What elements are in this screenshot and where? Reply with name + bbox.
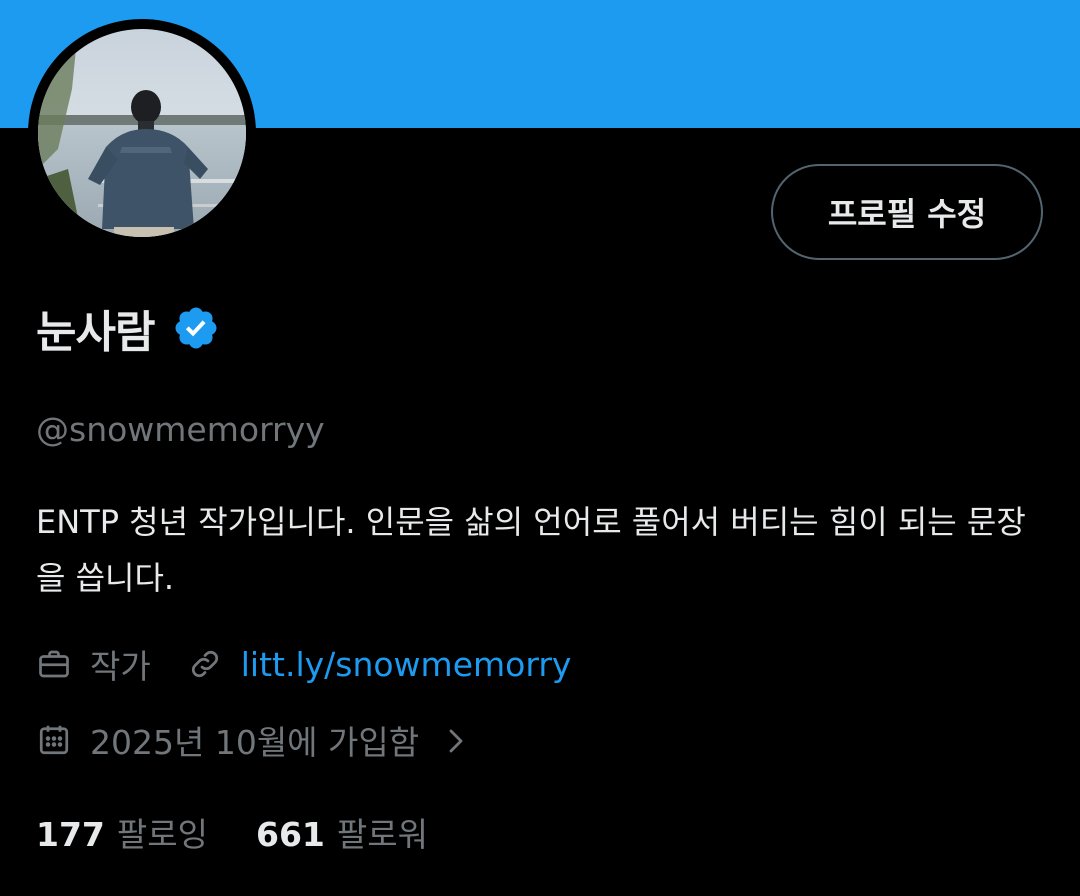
followers-count: 661	[255, 815, 325, 854]
edit-profile-button[interactable]: 프로필 수정	[771, 164, 1043, 260]
following-label: 팔로잉	[116, 815, 208, 854]
joined-date: 2025년 10월에 가입함	[90, 723, 420, 762]
occupation: 작가	[90, 647, 151, 686]
link-icon	[187, 646, 223, 682]
calendar-icon	[36, 722, 72, 758]
followers-link[interactable]: 661 팔로워	[256, 808, 428, 856]
followers-label: 팔로워	[336, 815, 428, 854]
display-name: 눈사람	[36, 307, 155, 358]
profile-meta-row: 작가 litt.ly/snowmemorry	[36, 640, 571, 688]
handle: @snowmemorryy	[36, 410, 325, 449]
follow-stats: 177 팔로잉 661 팔로워	[36, 808, 428, 856]
website-link[interactable]: litt.ly/snowmemorry	[241, 645, 572, 684]
following-count: 177	[36, 815, 105, 854]
name-row: 눈사람	[36, 296, 220, 360]
bio: ENTP 청년 작가입니다. 인문을 삶의 언어로 풀어서 버티는 힘이 되는 …	[36, 503, 1026, 597]
briefcase-icon	[36, 646, 72, 682]
joined-row[interactable]: 2025년 10월에 가입함	[36, 716, 467, 764]
avatar-photo	[38, 29, 246, 237]
verified-badge-icon[interactable]	[172, 304, 220, 352]
avatar[interactable]	[28, 19, 256, 247]
chevron-right-icon[interactable]	[445, 725, 467, 755]
following-link[interactable]: 177 팔로잉	[36, 808, 208, 856]
